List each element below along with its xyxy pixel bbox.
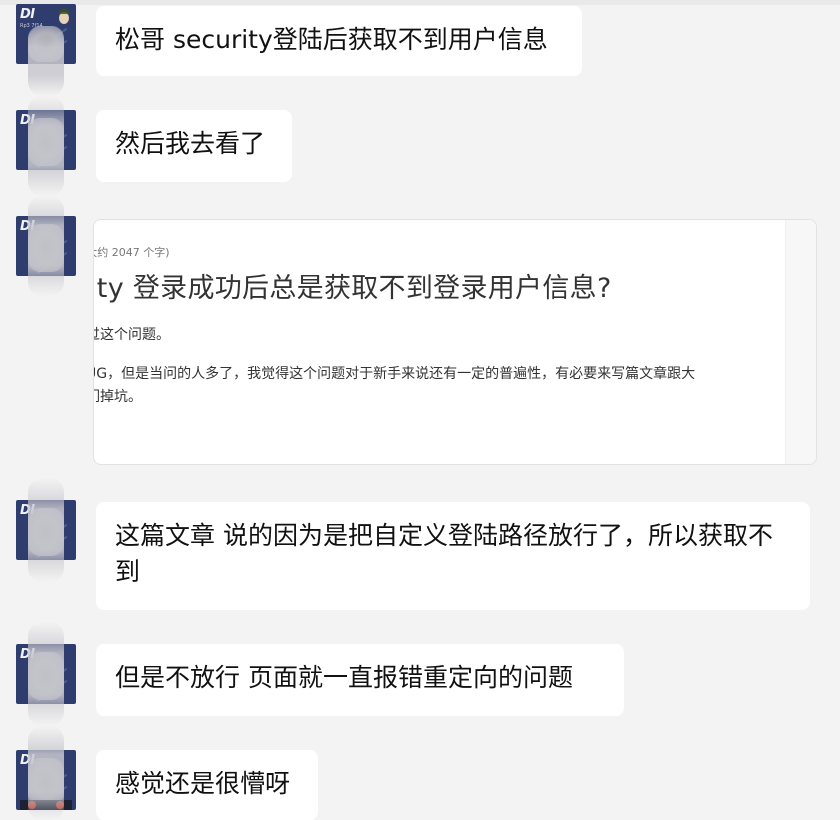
avatar-tag: DI xyxy=(20,7,35,22)
blurred-avatar-overlay xyxy=(28,622,64,726)
article-paragraph: 过这个问题。 xyxy=(93,327,170,343)
article-scrollbar[interactable] xyxy=(785,220,816,464)
chat-message[interactable]: 然后我去看了 xyxy=(96,110,292,182)
anime-face-icon xyxy=(58,8,70,24)
article-paragraph: UG，但是当问的人多了，我觉得这个问题对于新手来说还有一定的普遍性，有必要来写篇… xyxy=(93,366,696,382)
chat-message[interactable]: 但是不放行 页面就一直报错重定向的问题 xyxy=(96,644,624,716)
message-text: 这篇文章 说的因为是把自定义登陆路径放行了，所以获取不到 xyxy=(115,521,773,586)
blurred-avatar-overlay xyxy=(28,196,64,296)
blurred-avatar-overlay xyxy=(28,726,64,820)
article-paragraph: 们掉坑。 xyxy=(94,389,142,405)
chat-message[interactable]: 松哥 security登陆后获取不到用户信息 xyxy=(96,6,582,76)
article-title: ity 登录成功后总是获取不到登录用户信息? xyxy=(93,273,612,304)
article-meta: (大约 2047 个字) xyxy=(94,246,170,259)
message-text: 感觉还是很懵呀 xyxy=(115,769,291,798)
message-text: 然后我去看了 xyxy=(115,129,266,158)
blurred-avatar-overlay xyxy=(28,96,64,196)
message-text: 但是不放行 页面就一直报错重定向的问题 xyxy=(115,663,573,692)
blurred-avatar-overlay xyxy=(28,26,64,96)
chat-message[interactable]: 感觉还是很懵呀 xyxy=(96,750,318,820)
message-text: 松哥 security登陆后获取不到用户信息 xyxy=(115,25,548,54)
blurred-avatar-overlay xyxy=(28,478,64,582)
chat-message[interactable]: 这篇文章 说的因为是把自定义登陆路径放行了，所以获取不到 xyxy=(96,502,810,610)
top-divider xyxy=(0,0,840,5)
shared-article-screenshot[interactable]: (大约 2047 个字) ity 登录成功后总是获取不到登录用户信息? 过这个问… xyxy=(93,219,817,465)
